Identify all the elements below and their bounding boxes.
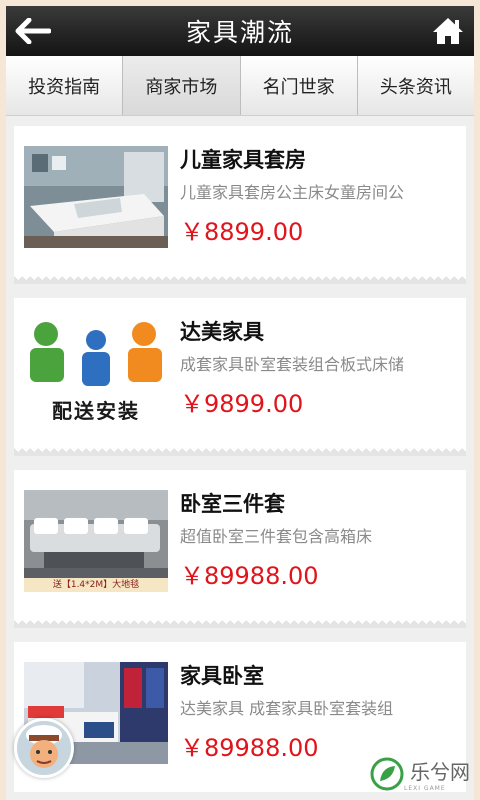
thumb-caption: 送【1.4*2M】大地毯 — [24, 578, 168, 592]
product-image: 送【1.4*2M】大地毯 — [24, 490, 168, 592]
category-tabs: 投资指南 商家市场 名门世家 头条资讯 — [6, 56, 474, 116]
product-image: 配送安装 — [24, 318, 168, 420]
product-desc: 超值卧室三件套包含高箱床 — [180, 527, 373, 546]
tab-headline-news[interactable]: 头条资讯 — [358, 56, 474, 115]
arrow-left-icon — [15, 18, 51, 44]
thumb-caption: 配送安装 — [52, 399, 140, 420]
product-card[interactable]: 送【1.4*2M】大地毯 卧室三件套 超值卧室三件套包含高箱床 ￥89988.0… — [14, 470, 466, 620]
product-price: ￥9899.00 — [180, 390, 304, 418]
back-button[interactable] — [12, 14, 54, 48]
product-price: ￥89988.00 — [180, 562, 319, 590]
product-name: 儿童家具套房 — [180, 148, 306, 172]
product-desc: 达美家具 成套家具卧室套装组 — [180, 699, 394, 718]
tab-merchant-market[interactable]: 商家市场 — [123, 56, 241, 115]
product-price: ￥89988.00 — [180, 734, 319, 762]
card-divider — [14, 620, 466, 628]
product-price: ￥8899.00 — [180, 218, 304, 246]
app-frame: 家具潮流 投资指南 商家市场 名门世家 头条资讯 儿童家具套房 儿童家具套房公主… — [6, 6, 474, 800]
product-list: 儿童家具套房 儿童家具套房公主床女童房间公 ￥8899.00 配送安装 达美家具… — [6, 116, 474, 800]
watermark-subtext: LEXI GAME — [404, 785, 446, 792]
home-icon — [433, 18, 463, 44]
card-divider — [14, 276, 466, 284]
product-name: 达美家具 — [180, 320, 264, 344]
product-image — [24, 146, 168, 248]
chef-avatar-button[interactable] — [14, 718, 74, 778]
watermark-text: 乐兮网 — [410, 760, 470, 784]
product-name: 卧室三件套 — [180, 492, 285, 516]
home-button[interactable] — [428, 14, 468, 48]
top-bar: 家具潮流 — [6, 6, 474, 56]
tab-investment-guide[interactable]: 投资指南 — [6, 56, 124, 115]
product-desc: 儿童家具套房公主床女童房间公 — [180, 183, 405, 202]
watermark: 乐兮网 LEXI GAME — [370, 756, 470, 792]
product-name: 家具卧室 — [180, 664, 264, 688]
page-title: 家具潮流 — [185, 18, 294, 47]
product-card[interactable]: 儿童家具套房 儿童家具套房公主床女童房间公 ￥8899.00 — [14, 126, 466, 276]
product-desc: 成套家具卧室套装组合板式床储 — [180, 355, 405, 374]
chef-face-icon — [17, 721, 71, 775]
tab-famous-brands[interactable]: 名门世家 — [241, 56, 358, 115]
leaf-logo-icon — [370, 757, 404, 791]
card-divider — [14, 448, 466, 456]
product-card[interactable]: 配送安装 达美家具 成套家具卧室套装组合板式床储 ￥9899.00 — [14, 298, 466, 448]
